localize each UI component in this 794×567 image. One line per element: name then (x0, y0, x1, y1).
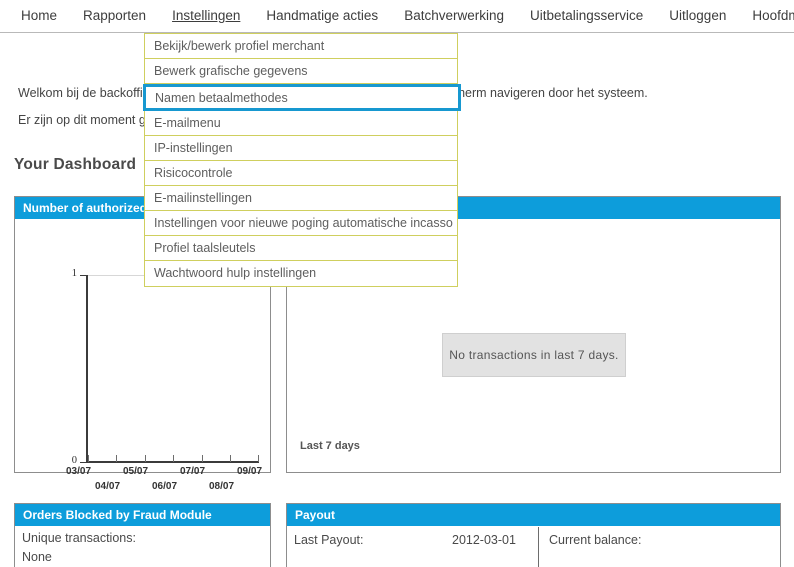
menu-item-risicocontrole[interactable]: Risicocontrole (145, 161, 457, 186)
nav-item-uitloggen[interactable]: Uitloggen (656, 0, 739, 32)
chart-x-label: 05/07 (123, 466, 149, 477)
empty-state-message: No transactions in last 7 days. (442, 333, 626, 377)
chart-x-label: 09/07 (237, 466, 263, 477)
nav-item-home[interactable]: Home (8, 0, 70, 32)
menu-item-bekijk-bewerk-profiel-merchant[interactable]: Bekijk/bewerk profiel merchant (145, 34, 457, 59)
nav-item-hoofdmenu[interactable]: Hoofdmenu (739, 0, 794, 32)
menu-item-profiel-taalsleutels[interactable]: Profiel taalsleutels (145, 236, 457, 261)
fraud-unique-transactions-label: Unique transactions: (22, 531, 136, 545)
menu-item-bewerk-grafische-gegevens[interactable]: Bewerk grafische gegevens (145, 59, 457, 84)
chart-x-label: 06/07 (152, 481, 178, 492)
chart-x-tick (88, 455, 89, 462)
last-payout-label: Last Payout: (294, 533, 364, 547)
panel-orders-blocked-by-fraud-module: Orders Blocked by Fraud Module Unique tr… (14, 503, 271, 567)
chart-x-tick (145, 455, 146, 462)
chart-y-label: 1 (71, 268, 77, 279)
nav-item-instellingen[interactable]: Instellingen (159, 0, 253, 32)
menu-item-e-mailmenu[interactable]: E-mailmenu (145, 111, 457, 136)
chart-x-tick (173, 455, 174, 462)
menu-item-e-mailinstellingen[interactable]: E-mailinstellingen (145, 186, 457, 211)
transactions-footer-label: Last 7 days (300, 440, 360, 452)
menu-item-ip-instellingen[interactable]: IP-instellingen (145, 136, 457, 161)
menu-item-namen-betaalmethodes[interactable]: Namen betaalmethodes (143, 84, 461, 111)
menu-item-wachtwoord-hulp-instellingen[interactable]: Wachtwoord hulp instellingen (145, 261, 457, 286)
chart-x-tick (230, 455, 231, 462)
last-payout-value: 2012-03-01 (452, 533, 516, 547)
nav-item-uitbetalingsservice[interactable]: Uitbetalingsservice (517, 0, 656, 32)
chart-x-label: 03/07 (66, 466, 92, 477)
page-title: Your Dashboard (14, 156, 137, 173)
nav-item-handmatige-acties[interactable]: Handmatige acties (253, 0, 391, 32)
nav-item-rapporten[interactable]: Rapporten (70, 0, 159, 32)
main-navigation-bar: Home Rapporten Instellingen Handmatige acti… (0, 0, 794, 33)
chart-y-tick (80, 275, 87, 276)
screenshot-root: Home Rapporten Instellingen Handmatige acti… (0, 0, 794, 567)
chart-x-tick (116, 455, 117, 462)
chart-x-label: 04/07 (95, 481, 121, 492)
chart-y-label: 0 (71, 455, 77, 466)
nav-item-batchverwerking[interactable]: Batchverwerking (391, 0, 517, 32)
chart-y-axis (86, 275, 88, 462)
fraud-unique-transactions-value: None (22, 550, 52, 564)
chart-y-tick (80, 462, 87, 463)
chart-x-tick (258, 455, 259, 462)
panel-header-fraud: Orders Blocked by Fraud Module (15, 504, 270, 526)
instellingen-dropdown-menu: Bekijk/bewerk profiel merchant Bewerk gra… (143, 33, 461, 287)
payout-column-divider (538, 527, 539, 567)
chart-x-label: 08/07 (209, 481, 235, 492)
chart-x-tick (202, 455, 203, 462)
menu-item-instellingen-voor-nieuwe-poging-automati[interactable]: Instellingen voor nieuwe poging automati… (145, 211, 457, 236)
current-balance-label: Current balance: (549, 533, 642, 547)
panel-header-payout: Payout (287, 504, 780, 526)
panel-payout: Payout Last Payout: 2012-03-01 Current b… (286, 503, 781, 567)
chart-x-label: 07/07 (180, 466, 206, 477)
